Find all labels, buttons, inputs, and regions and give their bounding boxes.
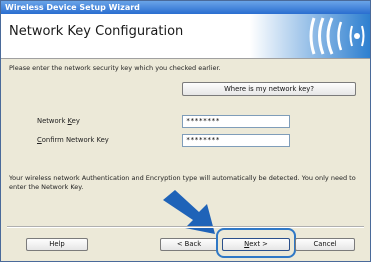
back-button[interactable]: < Back — [160, 238, 218, 251]
network-key-label: Network Key — [37, 117, 80, 125]
wizard-header: Network Key Configuration — [1, 14, 370, 59]
confirm-network-key-field[interactable]: ******** — [182, 134, 290, 147]
instruction-text: Please enter the network security key wh… — [9, 64, 221, 72]
where-is-network-key-button[interactable]: Where is my network key? — [182, 82, 356, 96]
network-key-field[interactable]: ******** — [182, 115, 290, 128]
title-bar: Wireless Device Setup Wizard — [1, 1, 370, 14]
page-title: Network Key Configuration — [9, 24, 184, 39]
cancel-button[interactable]: Cancel — [295, 238, 355, 251]
help-button[interactable]: Help — [26, 238, 88, 251]
wireless-logo-icon — [250, 14, 370, 58]
confirm-network-key-label: Confirm Network Key — [37, 136, 109, 144]
next-button[interactable]: Next > — [222, 238, 290, 251]
wizard-window: Wireless Device Setup Wizard Network Key… — [0, 0, 371, 262]
button-separator — [7, 226, 364, 228]
